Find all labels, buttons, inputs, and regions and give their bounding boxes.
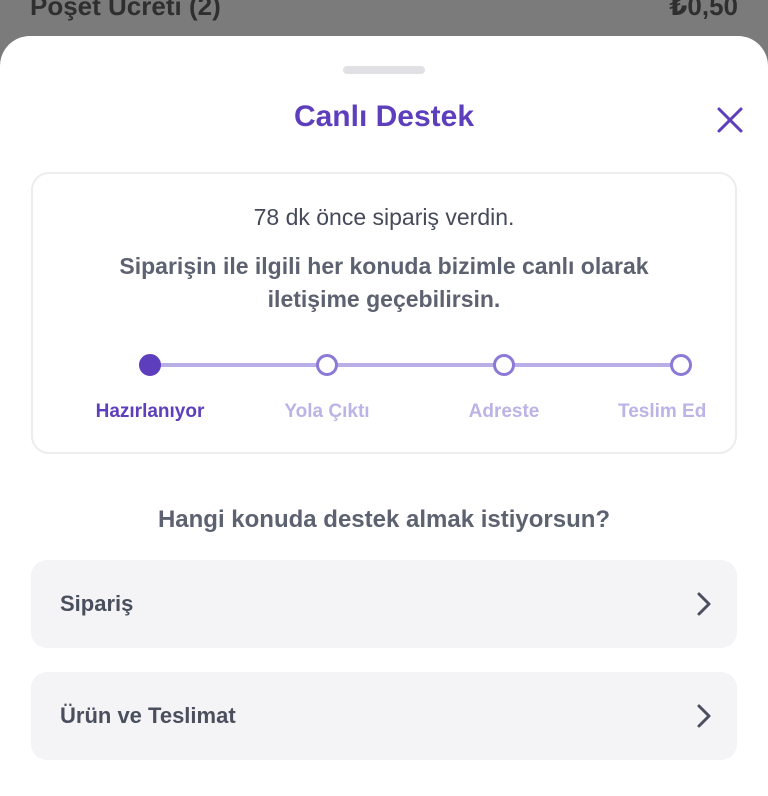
close-button[interactable] — [712, 102, 748, 138]
support-option-product-delivery[interactable]: Ürün ve Teslimat — [31, 672, 737, 760]
background-fee-label: Poşet Ücreti (2) — [30, 0, 221, 21]
step-label-preparing: Hazırlanıyor — [95, 401, 205, 422]
progress-line-1 — [160, 363, 327, 367]
step-label-delivered: Teslim Ed — [618, 401, 707, 422]
step-dot-on-the-way — [316, 354, 338, 376]
step-label-on-the-way: Yola Çıktı — [284, 401, 370, 422]
step-dot-preparing — [139, 354, 161, 376]
close-icon — [717, 107, 743, 133]
step-dot-delivered — [670, 354, 692, 376]
support-option-label: Ürün ve Teslimat — [60, 703, 236, 728]
chevron-right-icon — [697, 704, 711, 728]
order-status-card: 78 dk önce sipariş verdin. Siparişin ile… — [31, 172, 737, 454]
support-topic-question: Hangi konuda destek almak istiyorsun? — [157, 506, 611, 533]
order-progress-tracker: Hazırlanıyor Yola Çıktı Adreste Teslim E… — [33, 174, 739, 456]
step-dot-at-address — [493, 354, 515, 376]
support-option-label: Sipariş — [60, 591, 134, 616]
step-label-at-address: Adreste — [468, 401, 540, 422]
progress-line-3 — [514, 363, 681, 367]
drag-handle[interactable] — [343, 66, 425, 74]
support-option-order[interactable]: Sipariş — [31, 560, 737, 648]
background-fee-row: Poşet Ücreti (2) ₺0,50 — [30, 0, 738, 26]
chevron-right-icon — [697, 592, 711, 616]
progress-line-2 — [337, 363, 504, 367]
live-support-sheet: Canlı Destek 78 dk önce sipariş verdin. … — [0, 36, 768, 796]
sheet-title: Canlı Destek — [293, 100, 475, 133]
background-fee-value: ₺0,50 — [669, 0, 738, 21]
